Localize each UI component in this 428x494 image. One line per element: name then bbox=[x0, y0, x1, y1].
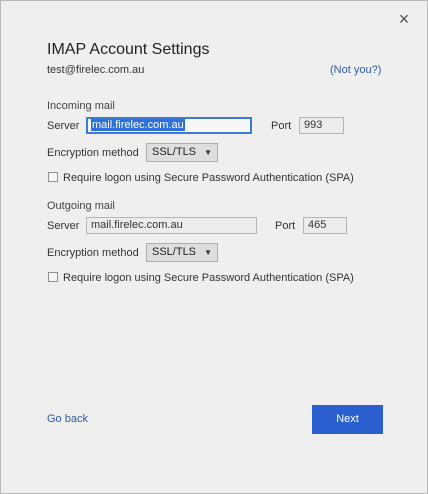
outgoing-mail-heading: Outgoing mail bbox=[47, 200, 115, 212]
outgoing-spa-checkbox[interactable] bbox=[48, 272, 58, 282]
chevron-down-icon: ▼ bbox=[204, 248, 212, 257]
outgoing-server-input[interactable]: mail.firelec.com.au bbox=[86, 217, 257, 234]
incoming-port-label: Port bbox=[271, 120, 292, 132]
outgoing-port-label: Port bbox=[275, 220, 296, 232]
dialog-title: IMAP Account Settings bbox=[47, 41, 210, 58]
incoming-encryption-select[interactable]: SSL/TLS ▼ bbox=[146, 143, 218, 162]
incoming-encryption-value: SSL/TLS bbox=[152, 146, 197, 158]
outgoing-server-label: Server bbox=[47, 220, 80, 232]
incoming-server-value: mail.firelec.com.au bbox=[91, 119, 185, 131]
outgoing-encryption-label: Encryption method bbox=[47, 247, 139, 259]
incoming-mail-heading: Incoming mail bbox=[47, 100, 115, 112]
imap-settings-dialog: × IMAP Account Settings test@firelec.com… bbox=[0, 0, 428, 494]
chevron-down-icon: ▼ bbox=[204, 148, 212, 157]
go-back-link[interactable]: Go back bbox=[47, 413, 88, 425]
outgoing-spa-label: Require logon using Secure Password Auth… bbox=[63, 272, 354, 284]
incoming-server-label: Server bbox=[47, 120, 80, 132]
outgoing-encryption-value: SSL/TLS bbox=[152, 246, 197, 258]
incoming-server-input[interactable]: mail.firelec.com.au bbox=[86, 117, 252, 134]
outgoing-port-input[interactable]: 465 bbox=[303, 217, 347, 234]
account-email: test@firelec.com.au bbox=[47, 64, 145, 76]
incoming-spa-checkbox[interactable] bbox=[48, 172, 58, 182]
next-button[interactable]: Next bbox=[312, 405, 383, 434]
incoming-spa-label: Require logon using Secure Password Auth… bbox=[63, 172, 354, 184]
incoming-encryption-label: Encryption method bbox=[47, 147, 139, 159]
outgoing-encryption-select[interactable]: SSL/TLS ▼ bbox=[146, 243, 218, 262]
incoming-port-input[interactable]: 993 bbox=[299, 117, 344, 134]
not-you-link[interactable]: (Not you?) bbox=[330, 64, 381, 76]
close-icon[interactable]: × bbox=[394, 9, 414, 29]
